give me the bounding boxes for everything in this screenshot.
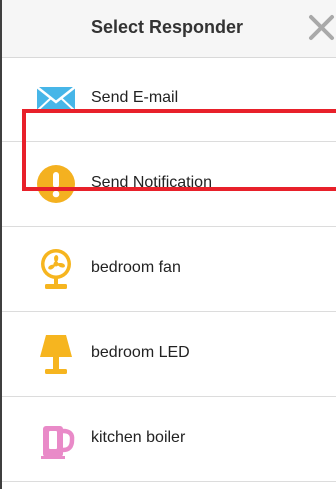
select-responder-dialog: Select Responder Send E-mail Send Notifi… xyxy=(0,0,336,489)
fan-icon xyxy=(41,249,71,289)
exclamation-circle-icon xyxy=(37,165,75,203)
responder-label: bedroom fan xyxy=(91,259,181,276)
responder-item-bedroom-led[interactable]: bedroom LED xyxy=(2,312,336,397)
responder-item-bedroom-fan[interactable]: bedroom fan xyxy=(2,227,336,312)
kettle-icon xyxy=(41,426,75,459)
lamp-icon xyxy=(40,335,72,374)
dialog-header: Select Responder xyxy=(2,0,336,58)
responder-label: kitchen boiler xyxy=(91,429,186,446)
close-x-icon xyxy=(309,15,334,40)
responder-item-send-email[interactable]: Send E-mail xyxy=(2,57,336,142)
dialog-title: Select Responder xyxy=(90,17,244,37)
responder-item-send-notification[interactable]: Send Notification xyxy=(2,142,336,227)
close-button[interactable] xyxy=(308,14,336,42)
responder-label: bedroom LED xyxy=(91,344,190,361)
envelope-icon xyxy=(36,86,76,112)
responder-label: Send Notification xyxy=(91,174,212,191)
responder-item-kitchen-boiler[interactable]: kitchen boiler xyxy=(2,397,336,482)
responder-label: Send E-mail xyxy=(91,89,179,106)
